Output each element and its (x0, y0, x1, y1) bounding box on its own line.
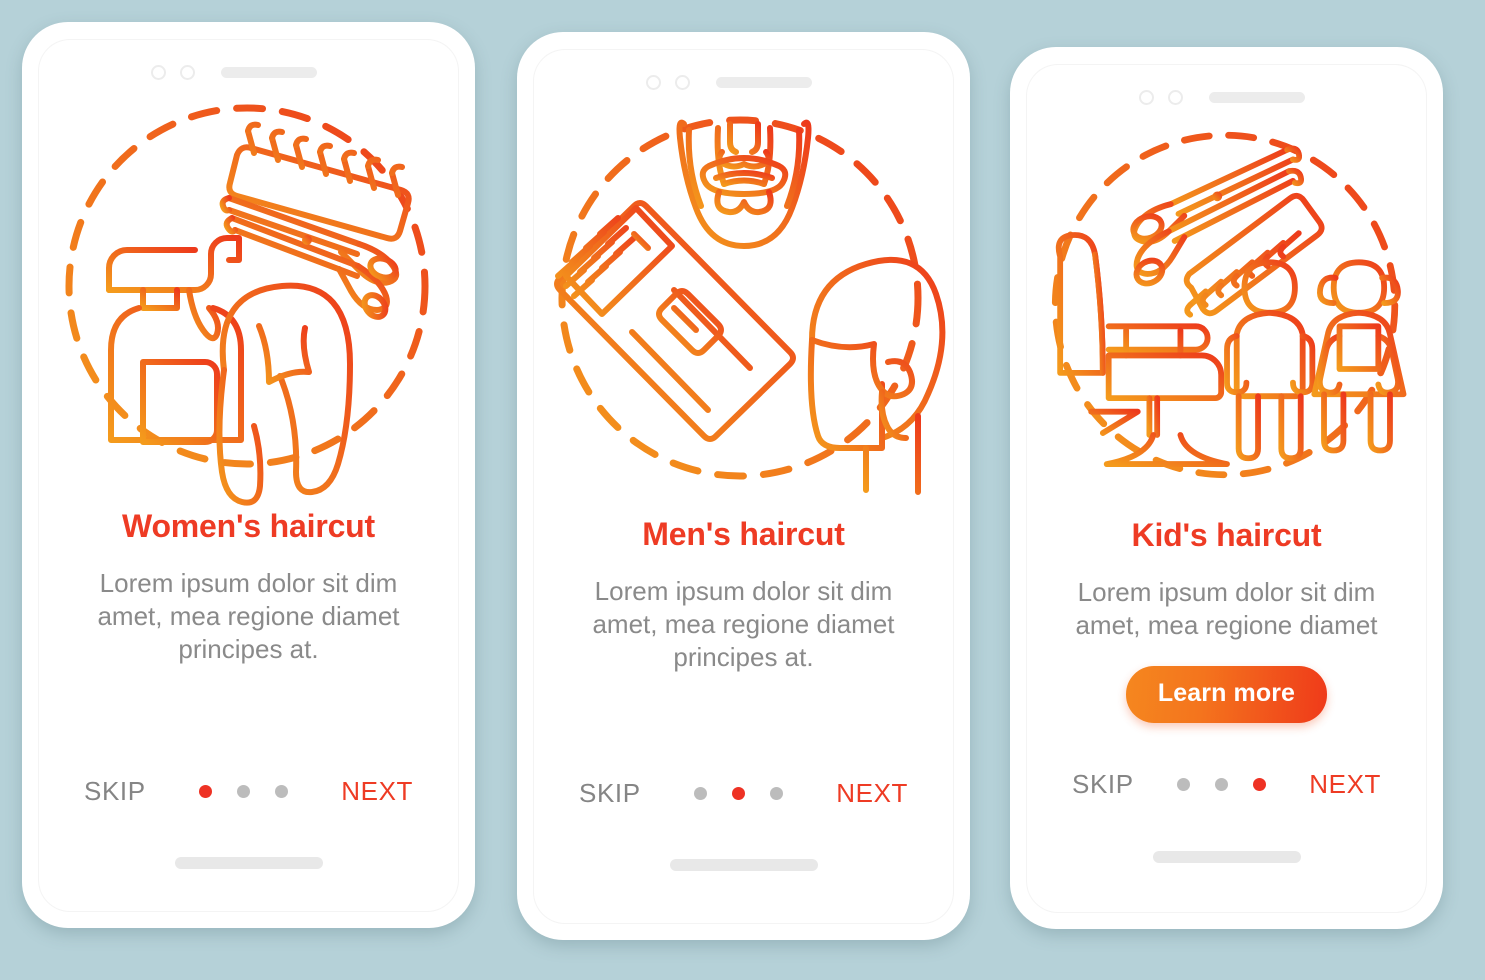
page-title: Men's haircut (642, 516, 845, 552)
page-title: Women's haircut (122, 508, 375, 544)
earpiece-speaker-icon (1209, 92, 1305, 103)
pagination-dots (1176, 778, 1266, 791)
proximity-sensor-icon (675, 75, 690, 90)
camera-sensor-icon (1139, 90, 1154, 105)
pagination-dot-3[interactable] (274, 785, 288, 798)
learn-more-button[interactable]: Learn more (1125, 666, 1328, 723)
pagination-dot-1[interactable] (198, 785, 212, 798)
pagination-dot-2[interactable] (1214, 778, 1228, 791)
mans-head-profile-icon (807, 256, 945, 495)
phone-mockup-mens: Men's haircut Lorem ipsum dolor sit dim … (517, 32, 970, 940)
phone-status-row (533, 75, 954, 90)
next-button[interactable]: NEXT (836, 778, 908, 809)
barber-chair-icon (1055, 232, 1230, 467)
page-description: Lorem ipsum dolor sit dim amet, mea regi… (97, 568, 400, 664)
home-indicator (669, 859, 818, 871)
phone-mockup-kids: Kid's haircut Lorem ipsum dolor sit dim … (1010, 47, 1443, 929)
onboarding-footer: SKIP NEXT (1026, 769, 1427, 800)
pagination-dot-3[interactable] (1252, 778, 1266, 791)
phone-status-row (1026, 90, 1427, 105)
girl-figure-icon (1310, 259, 1406, 454)
skip-button[interactable]: SKIP (84, 776, 146, 807)
next-button[interactable]: NEXT (1309, 769, 1381, 800)
illustration-mens-haircut (544, 100, 945, 495)
illustration-kids-haircut (1033, 115, 1421, 495)
pagination-dots (693, 787, 783, 800)
earpiece-speaker-icon (716, 77, 812, 88)
proximity-sensor-icon (180, 65, 195, 80)
home-indicator (1152, 851, 1301, 863)
camera-sensor-icon (151, 65, 166, 80)
page-description: Lorem ipsum dolor sit dim amet, mea regi… (592, 576, 895, 672)
earpiece-speaker-icon (221, 67, 317, 78)
onboarding-footer: SKIP NEXT (38, 776, 459, 807)
pagination-dot-3[interactable] (769, 787, 783, 800)
home-indicator (174, 857, 323, 869)
page-description: Lorem ipsum dolor sit dim amet, mea regi… (1075, 577, 1378, 640)
beard-mustache-icon (676, 119, 811, 249)
pagination-dots (198, 785, 288, 798)
skip-button[interactable]: SKIP (579, 778, 641, 809)
page-title: Kid's haircut (1131, 517, 1322, 553)
onboarding-footer: SKIP NEXT (533, 778, 954, 809)
camera-sensor-icon (646, 75, 661, 90)
proximity-sensor-icon (1168, 90, 1183, 105)
skip-button[interactable]: SKIP (1072, 769, 1134, 800)
pagination-dot-1[interactable] (1176, 778, 1190, 791)
hair-clipper-icon (553, 200, 796, 442)
phone-status-row (38, 65, 459, 80)
next-button[interactable]: NEXT (341, 776, 413, 807)
screen-kids: Kid's haircut Lorem ipsum dolor sit dim … (1026, 64, 1427, 913)
screen-womens: Women's haircut Lorem ipsum dolor sit di… (38, 39, 459, 912)
phone-mockup-womens: Women's haircut Lorem ipsum dolor sit di… (22, 22, 475, 928)
pagination-dot-2[interactable] (236, 785, 250, 798)
screen-mens: Men's haircut Lorem ipsum dolor sit dim … (533, 49, 954, 924)
pagination-dot-2[interactable] (731, 787, 745, 800)
illustration-womens-haircut (49, 90, 449, 506)
pagination-dot-1[interactable] (693, 787, 707, 800)
